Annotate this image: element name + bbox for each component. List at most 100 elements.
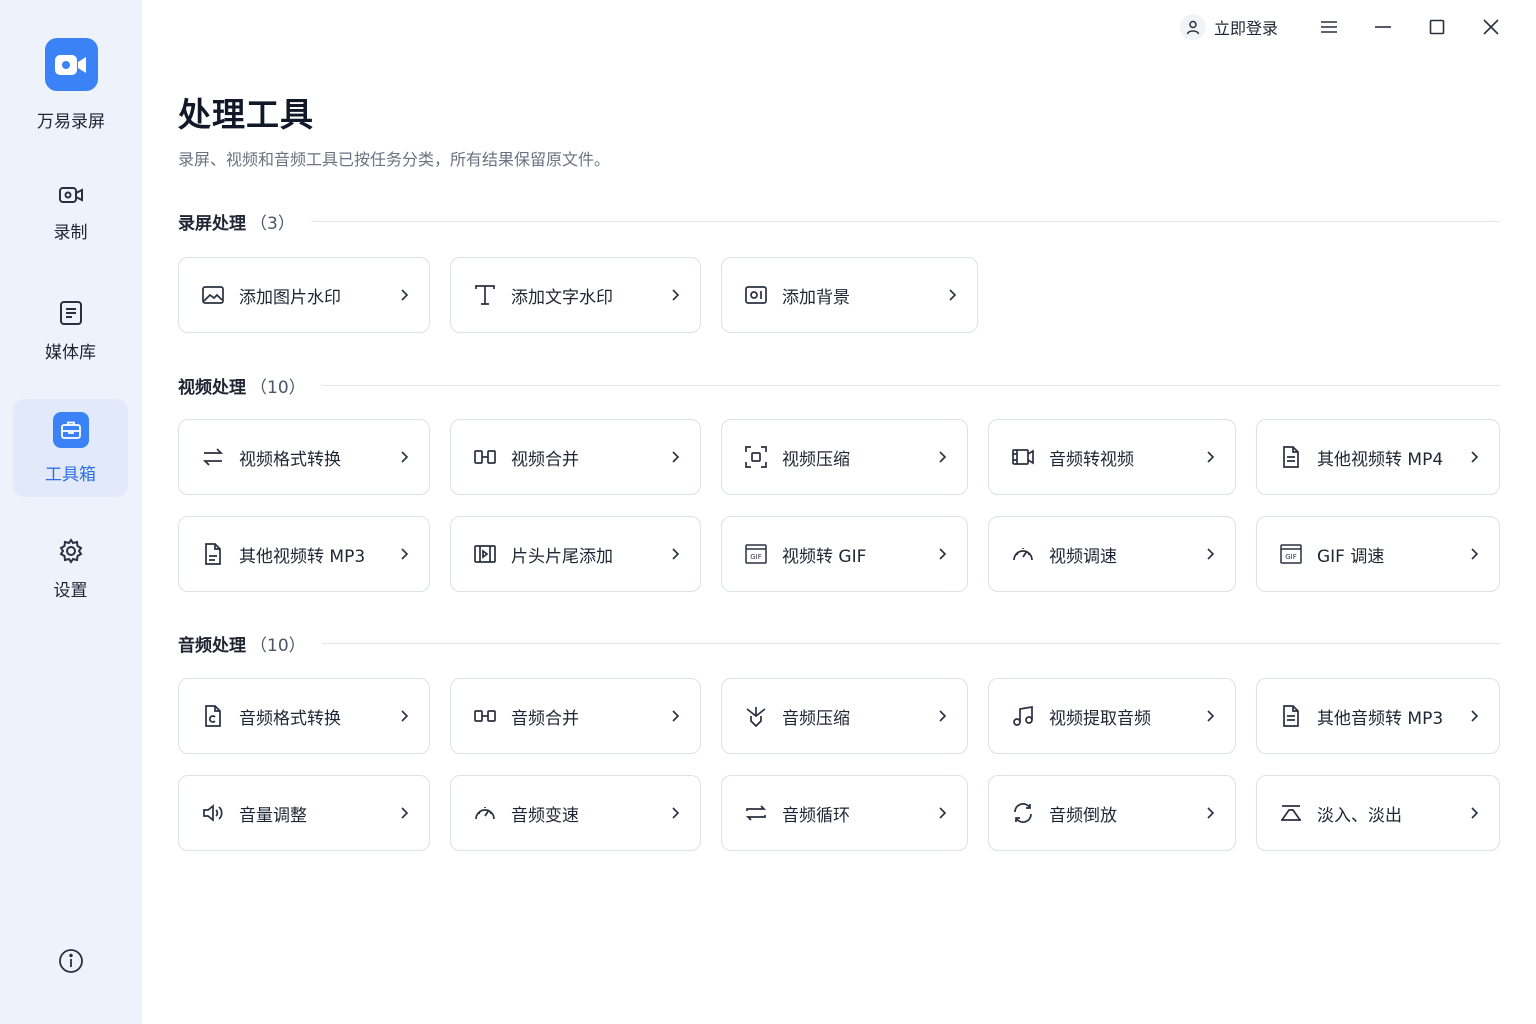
convert-icon [201, 445, 225, 469]
chevron-right-icon [397, 288, 411, 302]
login-label: 立即登录 [1213, 19, 1278, 38]
video-camera-icon [58, 184, 84, 206]
tool-card-audio-to-video[interactable]: 音频转视频 [988, 419, 1236, 495]
file-icon [1279, 445, 1303, 469]
tool-label: 音频合并 [511, 708, 579, 729]
chevron-right-icon [1203, 547, 1217, 561]
sidebar-item-label: 媒体库 [45, 342, 96, 363]
sidebar-item-label: 工具箱 [45, 464, 96, 485]
tool-label: 添加图片水印 [239, 287, 341, 308]
file-icon [201, 542, 225, 566]
tool-card-gif-speed[interactable]: GIF GIF 调速 [1256, 516, 1500, 592]
video-film-icon [1011, 445, 1035, 469]
chevron-right-icon [945, 288, 959, 302]
tool-label: 片头片尾添加 [511, 546, 613, 567]
tool-card-audio-speed[interactable]: 音频变速 [450, 775, 701, 851]
sidebar: 万易录屏 录制 媒体库 工具箱 设置 [0, 0, 142, 1024]
reverse-icon [1011, 801, 1035, 825]
title-bar: 立即登录 [1179, 12, 1518, 42]
chevron-right-icon [668, 288, 682, 302]
tool-label: 音频变速 [511, 805, 579, 826]
section-title: 录屏处理 [178, 213, 246, 234]
tool-card-video-to-gif[interactable]: GIF 视频转 GIF [721, 516, 968, 592]
tool-card-add-text-watermark[interactable]: 添加文字水印 [450, 257, 701, 333]
tool-card-extract-audio-from-video[interactable]: 视频提取音频 [988, 678, 1236, 754]
tool-label: 其他音频转 MP3 [1317, 708, 1444, 729]
sidebar-item-media-library[interactable]: 媒体库 [13, 282, 128, 380]
tool-card-other-video-to-mp4[interactable]: 其他视频转 MP4 [1256, 419, 1500, 495]
info-icon[interactable] [58, 948, 84, 974]
audio-compress-icon [744, 704, 768, 728]
maximize-button[interactable] [1410, 12, 1464, 42]
maximize-icon [1429, 19, 1445, 35]
page-title: 处理工具 [178, 95, 314, 134]
tool-card-add-image-watermark[interactable]: 添加图片水印 [178, 257, 430, 333]
minimize-button[interactable] [1356, 12, 1410, 42]
app-name: 万易录屏 [37, 112, 105, 132]
tool-card-video-merge[interactable]: 视频合并 [450, 419, 701, 495]
tool-card-audio-loop[interactable]: 音频循环 [721, 775, 968, 851]
tool-card-intro-outro-add[interactable]: 片头片尾添加 [450, 516, 701, 592]
tool-label: 视频提取音频 [1049, 708, 1151, 729]
divider [310, 220, 1500, 222]
brand: 万易录屏 [0, 38, 142, 132]
chevron-right-icon [1203, 806, 1217, 820]
tool-label: 音频倒放 [1049, 805, 1117, 826]
compress-icon [744, 445, 768, 469]
tool-label: 其他视频转 MP4 [1317, 449, 1444, 470]
divider [321, 642, 1500, 644]
gif-icon: GIF [744, 542, 768, 566]
volume-icon [201, 801, 225, 825]
gif-icon: GIF [1279, 542, 1303, 566]
section-title: 音频处理 [178, 635, 246, 656]
tool-card-other-audio-to-mp3[interactable]: 其他音频转 MP3 [1256, 678, 1500, 754]
section-header-screen-recording: 录屏处理 （3） [178, 209, 1500, 234]
chevron-right-icon [668, 450, 682, 464]
chevron-right-icon [1467, 806, 1481, 820]
tool-label: 其他视频转 MP3 [239, 546, 366, 567]
user-icon [1179, 14, 1206, 40]
chevron-right-icon [935, 709, 949, 723]
sidebar-item-settings[interactable]: 设置 [13, 520, 128, 618]
tool-card-other-video-to-mp3[interactable]: 其他视频转 MP3 [178, 516, 430, 592]
tool-card-video-speed[interactable]: 视频调速 [988, 516, 1236, 592]
chevron-right-icon [1467, 709, 1481, 723]
toolbox-icon [52, 411, 89, 448]
tool-card-add-background[interactable]: 添加背景 [721, 257, 978, 333]
section-count: （3） [250, 213, 295, 234]
menu-button[interactable] [1302, 12, 1356, 42]
chevron-right-icon [935, 450, 949, 464]
speed-icon [1011, 542, 1035, 566]
section-count: （10） [250, 635, 306, 656]
sidebar-item-toolbox[interactable]: 工具箱 [13, 399, 128, 497]
svg-text:GIF: GIF [1285, 553, 1297, 561]
tool-card-audio-format-convert[interactable]: 音频格式转换 [178, 678, 430, 754]
section-header-video: 视频处理 （10） [178, 373, 1500, 398]
page-subtitle: 录屏、视频和音频工具已按任务分类，所有结果保留原文件。 [178, 150, 611, 169]
tool-label: GIF 调速 [1317, 546, 1385, 567]
tool-card-audio-merge[interactable]: 音频合并 [450, 678, 701, 754]
tool-card-video-compress[interactable]: 视频压缩 [721, 419, 968, 495]
tool-card-audio-reverse[interactable]: 音频倒放 [988, 775, 1236, 851]
tool-label: 音频格式转换 [239, 708, 341, 729]
sidebar-item-record[interactable]: 录制 [13, 164, 128, 262]
tool-card-video-format-convert[interactable]: 视频格式转换 [178, 419, 430, 495]
tool-label: 音量调整 [239, 805, 307, 826]
chevron-right-icon [397, 547, 411, 561]
login-button[interactable]: 立即登录 [1179, 14, 1278, 40]
close-button[interactable] [1464, 12, 1518, 42]
tool-label: 淡入、淡出 [1317, 805, 1402, 826]
tool-card-fade-in-out[interactable]: 淡入、淡出 [1256, 775, 1500, 851]
hamburger-menu-icon [1320, 20, 1338, 34]
svg-text:GIF: GIF [750, 553, 762, 561]
tool-label: 添加文字水印 [511, 287, 613, 308]
tool-card-volume-adjust[interactable]: 音量调整 [178, 775, 430, 851]
tool-label: 视频压缩 [782, 449, 850, 470]
chevron-right-icon [397, 806, 411, 820]
loop-icon [744, 801, 768, 825]
tool-label: 视频合并 [511, 449, 579, 470]
speed-icon [473, 801, 497, 825]
fade-icon [1279, 801, 1303, 825]
tool-card-audio-compress[interactable]: 音频压缩 [721, 678, 968, 754]
minimize-icon [1375, 26, 1391, 28]
